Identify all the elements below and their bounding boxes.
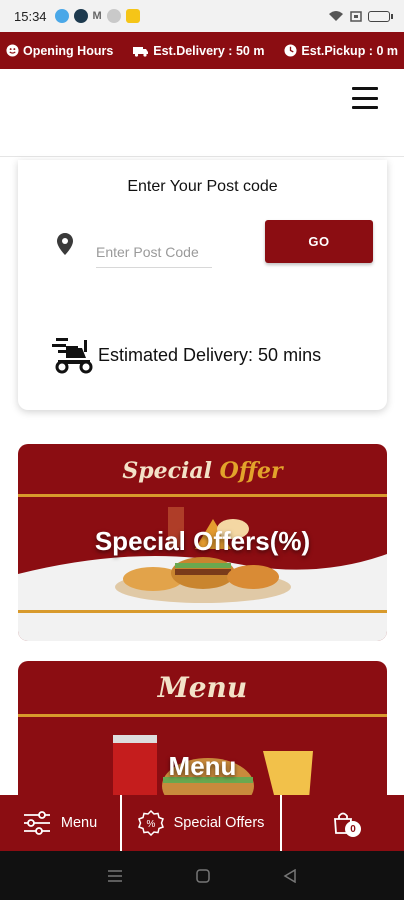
special-offers-banner[interactable]: Special Offer Special Offers(%) <box>18 444 387 641</box>
wifi-icon <box>329 11 343 21</box>
gold-divider-bottom <box>18 610 387 613</box>
postcode-card: Enter Your Post code GO Estimated Delive… <box>18 160 387 410</box>
sim-icon <box>350 10 362 22</box>
location-pin-icon <box>57 233 73 255</box>
recents-icon[interactable] <box>107 869 123 883</box>
clock-icon <box>284 44 297 57</box>
nav-cart-button[interactable]: 0 <box>282 795 404 851</box>
special-offer-script-word2: Offer <box>219 458 283 484</box>
est-delivery: Est.Delivery : 50 m <box>133 44 264 58</box>
discount-badge-icon: % <box>137 810 164 836</box>
home-icon[interactable] <box>196 868 210 883</box>
cart-count-badge: 0 <box>345 821 361 837</box>
delivery-truck-icon <box>133 46 149 57</box>
estimated-delivery-row: Estimated Delivery: 50 mins <box>52 336 321 374</box>
nav-menu-label: Menu <box>60 815 98 831</box>
est-pickup: Est.Pickup : 0 m <box>284 44 398 58</box>
info-bar: Opening Hours Est.Delivery : 50 m Est.Pi… <box>0 32 404 69</box>
smiley-icon <box>6 44 19 57</box>
postcode-input[interactable] <box>96 236 212 268</box>
app-icon-2 <box>73 9 88 23</box>
postcode-title: Enter Your Post code <box>127 178 278 195</box>
special-offers-title: Special Offers(%) <box>94 526 311 556</box>
est-pickup-label: Est.Pickup : 0 m <box>301 43 398 58</box>
status-time: 15:34 <box>14 8 47 24</box>
app-icon-5 <box>125 9 140 23</box>
go-button[interactable]: GO <box>265 220 373 263</box>
svg-text:%: % <box>146 819 155 830</box>
menu-banner[interactable]: Menu Menu <box>18 661 387 811</box>
nav-menu-button[interactable]: Menu <box>0 795 122 851</box>
opening-hours-label: Opening Hours <box>23 43 114 58</box>
notification-icons: M <box>54 9 140 23</box>
app-icon-1 <box>54 9 69 23</box>
nav-special-offers-label: Special Offers <box>173 815 265 831</box>
opening-hours[interactable]: Opening Hours <box>6 44 113 58</box>
delivery-scooter-icon <box>52 338 93 374</box>
system-navigation-bar <box>0 851 404 900</box>
est-delivery-label: Est.Delivery : 50 m <box>153 43 265 58</box>
app-header <box>0 69 404 157</box>
battery-icon <box>368 10 393 22</box>
menu-title: Menu <box>168 751 237 781</box>
sliders-icon <box>23 811 50 835</box>
gmail-icon: M <box>92 10 102 22</box>
nav-special-offers-button[interactable]: % Special Offers <box>122 795 282 851</box>
menu-script: Menu <box>157 671 248 704</box>
hamburger-menu-icon[interactable] <box>352 87 378 109</box>
system-status-icons <box>328 10 393 22</box>
back-icon[interactable] <box>283 868 297 883</box>
special-offer-script-word1: Special <box>122 458 212 484</box>
menu-gold-divider <box>18 714 387 717</box>
gold-divider-top <box>18 494 387 497</box>
status-bar: 15:34 M <box>0 0 404 32</box>
special-offer-script: Special Offer <box>18 458 387 484</box>
bottom-navigation: Menu % Special Offers 0 <box>0 795 404 851</box>
app-icon-4 <box>106 9 121 23</box>
estimated-delivery-text: Estimated Delivery: 50 mins <box>98 344 322 365</box>
